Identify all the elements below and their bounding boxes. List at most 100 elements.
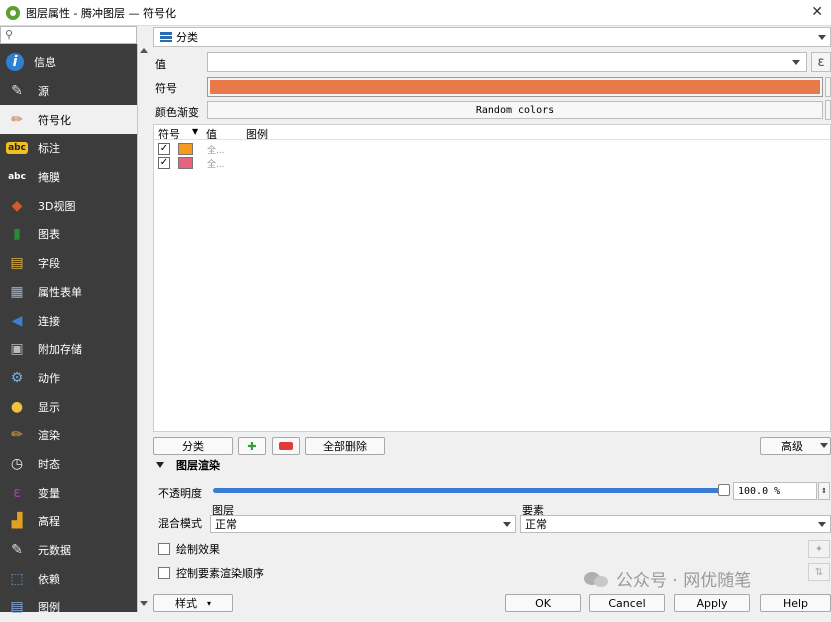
sidebar-item-label: 动作 bbox=[38, 371, 60, 385]
expression-button[interactable]: ε bbox=[811, 52, 831, 72]
checkbox[interactable] bbox=[158, 567, 170, 579]
class-row[interactable]: ✓ 全... bbox=[158, 156, 225, 170]
opacity-label: 不透明度 bbox=[158, 487, 202, 500]
layer-blend-select[interactable]: 正常 bbox=[210, 515, 516, 533]
sidebar-item[interactable]: ▤ 图例 bbox=[0, 593, 137, 622]
remove-class-button[interactable] bbox=[272, 437, 300, 455]
class-row[interactable]: ✓ 全... bbox=[158, 142, 225, 156]
class-symbol-swatch[interactable] bbox=[178, 157, 193, 169]
labels-icon: abc bbox=[6, 142, 28, 155]
window-title: 图层属性 - 腾冲图层 — 符号化 bbox=[26, 6, 176, 20]
opacity-slider[interactable] bbox=[213, 488, 725, 493]
scroll-down-icon[interactable] bbox=[140, 601, 148, 606]
chevron-down-icon: ▾ bbox=[206, 598, 211, 608]
color-ramp-button[interactable]: Random colors bbox=[207, 101, 823, 119]
dependencies-icon: ⬚ bbox=[10, 570, 24, 587]
opacity-spinbox[interactable]: 100.0 % bbox=[733, 482, 817, 500]
sidebar-item-label: 图表 bbox=[38, 228, 60, 242]
sidebar-item-label: 显示 bbox=[38, 400, 60, 414]
sidebar-scrollbar[interactable] bbox=[137, 44, 149, 612]
scroll-up-icon[interactable] bbox=[140, 48, 148, 53]
window-titlebar: 图层属性 - 腾冲图层 — 符号化 ✕ bbox=[0, 0, 831, 26]
renderer-select-value: 分类 bbox=[176, 31, 198, 44]
symbol-label: 符号 bbox=[155, 82, 177, 95]
sidebar-item-label: 源 bbox=[38, 85, 49, 99]
sidebar-item[interactable]: ⬚ 依赖 bbox=[0, 564, 137, 593]
cancel-button[interactable]: Cancel bbox=[589, 594, 665, 612]
color-ramp-dropdown-button[interactable] bbox=[825, 100, 831, 120]
draw-effects-checkbox[interactable]: 绘制效果 bbox=[158, 541, 220, 557]
layer-rendering-toggle[interactable]: 图层渲染 bbox=[156, 457, 220, 473]
sidebar-item[interactable]: ▤ 字段 bbox=[0, 249, 137, 278]
class-checkbox[interactable]: ✓ bbox=[158, 143, 170, 155]
checkbox[interactable] bbox=[158, 543, 170, 555]
sidebar-item[interactable]: ▟ 高程 bbox=[0, 507, 137, 536]
rendering-icon: ✏ bbox=[11, 427, 23, 444]
remove-icon bbox=[279, 442, 293, 450]
renderer-select[interactable]: 分类 bbox=[153, 27, 831, 47]
sidebar-search-input[interactable]: ⚲ bbox=[0, 26, 137, 44]
value-field-select[interactable] bbox=[207, 52, 807, 72]
auxiliary-storage-icon: ▣ bbox=[10, 341, 24, 358]
sidebar-item[interactable]: abc 标注 bbox=[0, 134, 137, 163]
actions-icon: ⚙ bbox=[10, 369, 24, 386]
fields-icon: ▤ bbox=[10, 255, 24, 272]
advanced-button[interactable]: 高级 bbox=[760, 437, 831, 455]
sidebar-item[interactable]: ✎ 元数据 bbox=[0, 536, 137, 565]
classes-table[interactable]: 符号 ▼ 值 图例 ✓ 全... ✓ 全... bbox=[153, 124, 831, 432]
effects-settings-button[interactable]: ✦ bbox=[808, 540, 830, 558]
sidebar-item[interactable]: ▦ 属性表单 bbox=[0, 278, 137, 307]
feature-order-checkbox[interactable]: 控制要素渲染顺序 bbox=[158, 565, 264, 581]
classify-button[interactable]: 分类 bbox=[153, 437, 233, 455]
chevron-down-icon bbox=[503, 522, 511, 527]
sidebar-item[interactable]: ▣ 附加存储 bbox=[0, 335, 137, 364]
sidebar-item[interactable]: ✏ 渲染 bbox=[0, 421, 137, 450]
sidebar-item-label: 时态 bbox=[38, 457, 60, 471]
add-icon: ✚ bbox=[247, 439, 257, 453]
class-checkbox[interactable]: ✓ bbox=[158, 157, 170, 169]
sidebar-item[interactable]: ε 变量 bbox=[0, 478, 137, 507]
opacity-spin-arrows[interactable]: ⇕ bbox=[818, 482, 830, 500]
class-symbol-swatch[interactable] bbox=[178, 143, 193, 155]
symbol-button[interactable] bbox=[207, 77, 823, 97]
apply-button[interactable]: Apply bbox=[674, 594, 750, 612]
variables-icon: ε bbox=[13, 484, 21, 501]
sidebar-item-label: 字段 bbox=[38, 257, 60, 271]
joins-icon: ◀ bbox=[11, 312, 23, 329]
order-settings-button[interactable]: ⇅ bbox=[808, 563, 830, 581]
sidebar-item[interactable]: abc 掩膜 bbox=[0, 163, 137, 192]
sidebar-item[interactable]: ✏ 符号化 bbox=[0, 105, 137, 135]
symbol-swatch bbox=[210, 80, 820, 94]
elevation-icon: ▟ bbox=[11, 513, 23, 530]
sort-icon: ▼ bbox=[192, 127, 199, 136]
close-icon[interactable]: ✕ bbox=[811, 4, 823, 20]
sidebar-item[interactable]: ▮ 图表 bbox=[0, 220, 137, 249]
sidebar-item[interactable]: ◷ 时态 bbox=[0, 450, 137, 479]
delete-all-button[interactable]: 全部删除 bbox=[305, 437, 385, 455]
class-value[interactable]: 全... bbox=[207, 143, 225, 156]
sidebar-item[interactable]: ● 显示 bbox=[0, 392, 137, 421]
display-icon: ● bbox=[10, 398, 24, 415]
help-button[interactable]: Help bbox=[760, 594, 831, 612]
sidebar-item-label: 3D视图 bbox=[38, 199, 76, 213]
style-button[interactable]: 样式 ▾ bbox=[153, 594, 233, 612]
class-value[interactable]: 全... bbox=[207, 157, 225, 170]
symbol-dropdown-button[interactable] bbox=[825, 77, 831, 97]
sidebar-item[interactable]: ◆ 3D视图 bbox=[0, 191, 137, 220]
sidebar-item-label: 变量 bbox=[38, 486, 60, 500]
sidebar-item[interactable]: i 信息 bbox=[0, 48, 137, 77]
add-class-button[interactable]: ✚ bbox=[238, 437, 266, 455]
collapse-icon bbox=[156, 462, 164, 468]
value-label: 值 bbox=[155, 58, 166, 71]
feature-blend-select[interactable]: 正常 bbox=[520, 515, 831, 533]
info-icon: i bbox=[6, 53, 24, 72]
ok-button[interactable]: OK bbox=[505, 594, 581, 612]
sort-order-icon: ⇅ bbox=[814, 566, 824, 578]
legend-icon: ▤ bbox=[10, 599, 24, 616]
sidebar-item[interactable]: ✎ 源 bbox=[0, 77, 137, 106]
sidebar-item-label: 附加存储 bbox=[38, 343, 82, 357]
sidebar-item[interactable]: ⚙ 动作 bbox=[0, 364, 137, 393]
sidebar-item[interactable]: ◀ 连接 bbox=[0, 306, 137, 335]
opacity-slider-handle[interactable] bbox=[718, 484, 730, 496]
star-icon: ✦ bbox=[814, 543, 824, 555]
